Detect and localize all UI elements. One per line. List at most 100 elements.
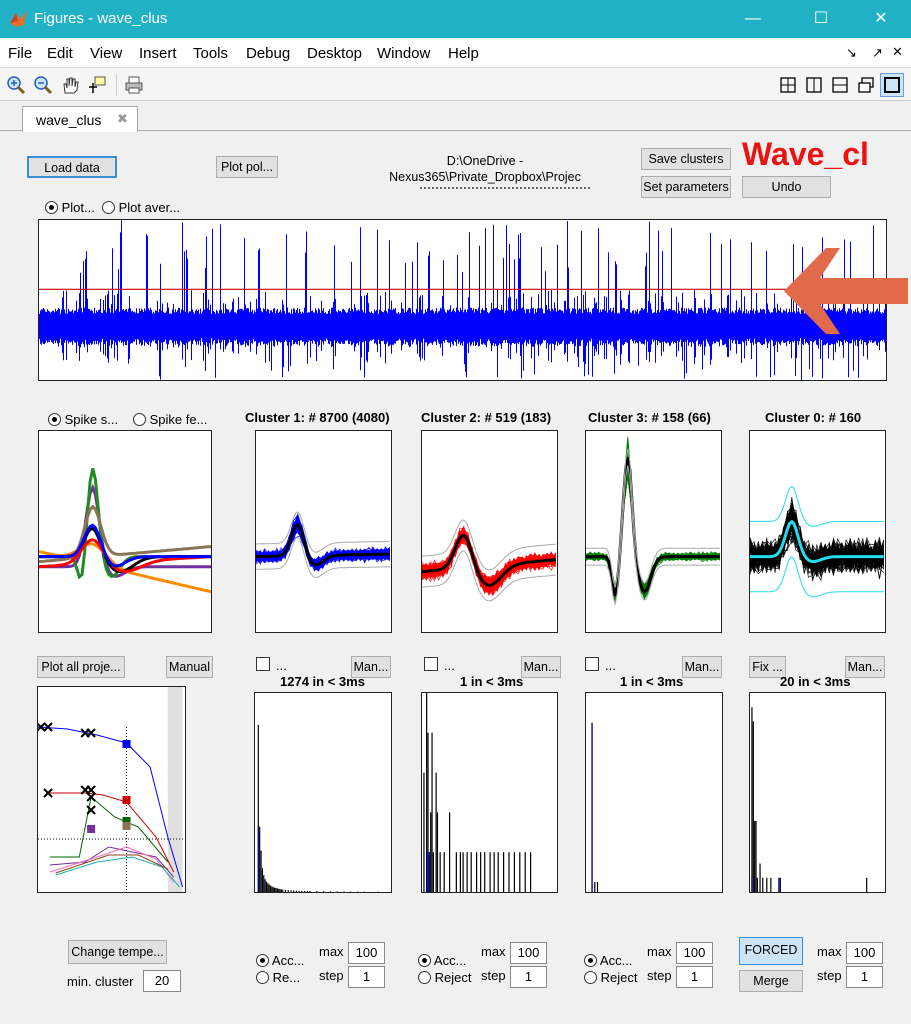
change-temperature-button[interactable]: Change tempe... [68, 940, 167, 964]
zoom-out-icon[interactable] [31, 73, 55, 97]
cluster-3-checkbox[interactable] [585, 657, 599, 674]
plot-all-projections-button[interactable]: Plot all proje... [37, 656, 125, 678]
path-line-3-clipped [420, 186, 600, 190]
menu-help[interactable]: Help [448, 45, 479, 62]
menu-desktop[interactable]: Desktop [307, 45, 362, 62]
accept-radio-indicator[interactable] [584, 954, 597, 967]
reject-radio-indicator[interactable] [584, 971, 597, 984]
radio-spike-features-indicator[interactable] [133, 413, 146, 426]
tile-columns-icon[interactable] [802, 73, 826, 97]
reject-radio[interactable]: Reject [584, 970, 637, 985]
max-input[interactable]: 100 [348, 942, 385, 964]
accept-radio[interactable]: Acc... [256, 953, 304, 968]
isi-bar [443, 852, 445, 892]
menu-insert[interactable]: Insert [139, 45, 177, 62]
isi-bar [493, 852, 495, 892]
isi-bar [866, 877, 868, 892]
cluster-3-manual-button[interactable]: Man... [682, 656, 722, 678]
radio-plot-aver-indicator[interactable] [102, 201, 115, 214]
isi-2-plot[interactable] [421, 692, 558, 893]
reject-radio[interactable]: Reject [418, 970, 471, 985]
tile-grid-icon[interactable] [776, 73, 800, 97]
step-input[interactable]: 1 [510, 966, 547, 988]
close-button[interactable]: ✕ [858, 0, 904, 38]
min-cluster-input[interactable]: 20 [143, 970, 181, 992]
max-input[interactable]: 100 [846, 942, 883, 964]
accept-radio-indicator[interactable] [418, 954, 431, 967]
step-input[interactable]: 1 [676, 966, 713, 988]
dock-icon[interactable]: ↗ [872, 45, 883, 61]
tab-close-icon[interactable]: ✖ [117, 111, 128, 127]
set-parameters-button[interactable]: Set parameters [641, 176, 731, 198]
radio-spike-shapes[interactable]: Spike s... [48, 412, 118, 427]
reject-radio-indicator[interactable] [418, 971, 431, 984]
manual-button[interactable]: Manual [166, 656, 213, 678]
cluster-0-spike-plot[interactable] [749, 430, 886, 633]
close-figure-icon[interactable]: ✕ [892, 44, 903, 60]
merge-button[interactable]: Merge [739, 970, 803, 992]
radio-plot-aver[interactable]: Plot aver... [102, 200, 180, 215]
print-icon[interactable] [122, 73, 146, 97]
cluster-2-spike-plot[interactable] [421, 430, 558, 633]
isi-bar [449, 812, 451, 892]
pan-hand-icon[interactable] [58, 73, 82, 97]
cluster-1-checkbox[interactable] [256, 657, 270, 674]
isi-1-plot[interactable] [254, 692, 392, 893]
plot-pol-button[interactable]: Plot pol... [216, 156, 278, 178]
radio-plot-indicator[interactable] [45, 201, 58, 214]
isi-bar [462, 852, 464, 892]
spike-overview-plot[interactable] [38, 430, 212, 633]
radio-plot[interactable]: Plot... [45, 200, 95, 215]
zoom-in-icon[interactable] [4, 73, 28, 97]
float-window-icon[interactable] [854, 73, 878, 97]
max-input[interactable]: 100 [510, 942, 547, 964]
cluster-1-spike-plot[interactable] [255, 430, 392, 633]
accept-radio[interactable]: Acc... [418, 953, 466, 968]
menu-tools[interactable]: Tools [193, 45, 228, 62]
max-input[interactable]: 100 [676, 942, 713, 964]
toolbar [0, 69, 911, 101]
menu-edit[interactable]: Edit [47, 45, 73, 62]
maximize-button[interactable]: ☐ [798, 0, 844, 38]
accept-radio-indicator[interactable] [256, 954, 269, 967]
min-cluster-label: min. cluster [67, 974, 134, 989]
radio-spike-features[interactable]: Spike fe... [133, 412, 207, 427]
isi-bar [298, 890, 300, 892]
temperature-plot[interactable] [36, 686, 186, 893]
reject-radio[interactable]: Re... [256, 970, 300, 985]
forced-button[interactable]: FORCED [739, 937, 803, 965]
isi-bar [271, 886, 273, 892]
undock-icon[interactable]: ↘ [846, 45, 857, 61]
toolbar-divider [116, 74, 117, 96]
isi-0-plot[interactable] [749, 692, 886, 893]
menu-debug[interactable]: Debug [246, 45, 290, 62]
minimize-button[interactable]: — [730, 0, 776, 38]
menu-window[interactable]: Window [377, 45, 430, 62]
tile-rows-icon[interactable] [828, 73, 852, 97]
raw-signal-plot[interactable] [38, 219, 887, 381]
step-input[interactable]: 1 [348, 966, 385, 988]
cluster-2-manual-button[interactable]: Man... [521, 656, 561, 678]
isi-bar [295, 890, 297, 892]
reject-radio-indicator[interactable] [256, 971, 269, 984]
cluster-2-checkbox[interactable] [424, 657, 438, 674]
isi-bar [524, 852, 526, 892]
menu-view[interactable]: View [90, 45, 122, 62]
maximize-figure-icon[interactable] [880, 73, 904, 97]
isi-bar [508, 852, 510, 892]
tab-wave-clus[interactable]: wave_clus ✖ [22, 106, 138, 132]
isi-bar [436, 812, 439, 892]
data-cursor-icon[interactable] [85, 73, 109, 97]
accept-radio[interactable]: Acc... [584, 953, 632, 968]
max-label: max [481, 944, 506, 959]
step-input[interactable]: 1 [846, 966, 883, 988]
undo-button[interactable]: Undo [742, 176, 831, 198]
load-data-button[interactable]: Load data [27, 156, 117, 178]
save-clusters-button[interactable]: Save clusters [641, 148, 731, 170]
cluster-3-spike-plot[interactable] [585, 430, 722, 633]
menu-file[interactable]: File [8, 45, 32, 62]
isi-3-plot[interactable] [585, 692, 723, 893]
radio-spike-shapes-indicator[interactable] [48, 413, 61, 426]
isi-bar [303, 890, 306, 892]
cluster-0-manual-button[interactable]: Man... [845, 656, 885, 678]
